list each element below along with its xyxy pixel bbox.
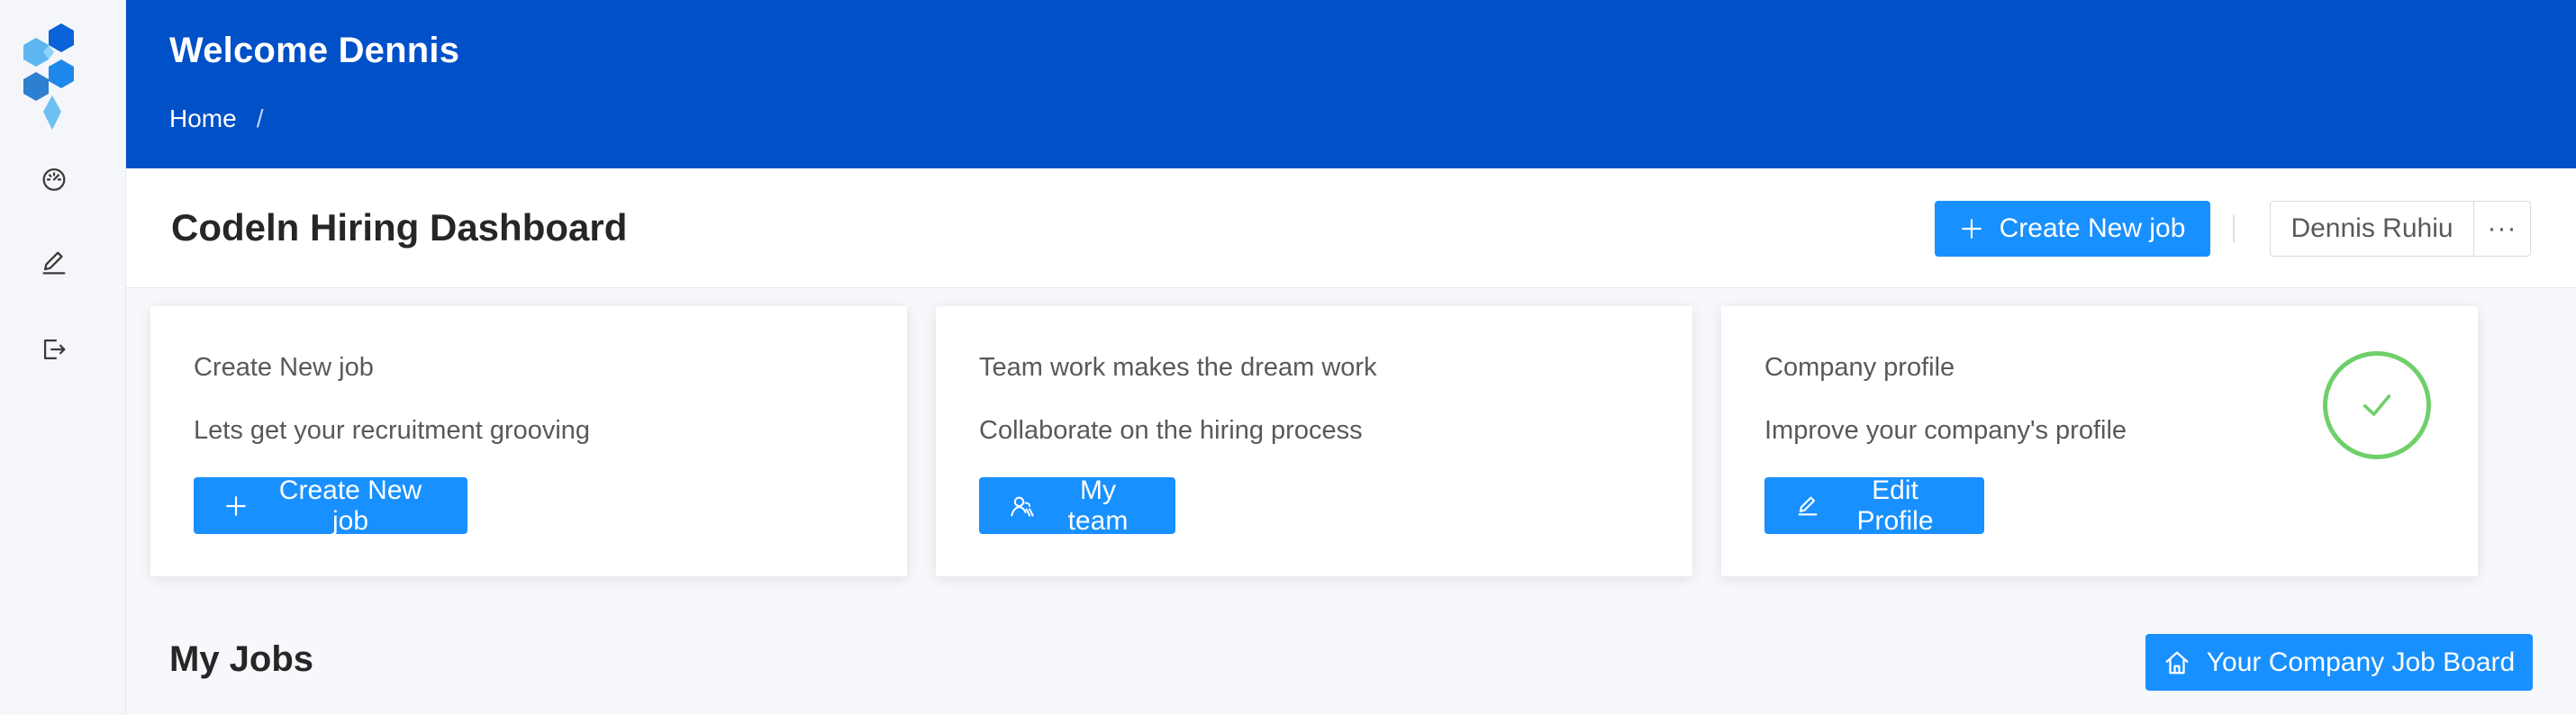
card-title: Company profile <box>1764 353 1955 382</box>
breadcrumb-home[interactable]: Home <box>169 104 237 133</box>
page-header: Welcome Dennis Home / <box>126 0 2576 168</box>
app-logo[interactable] <box>9 20 90 137</box>
page-title: Codeln Hiring Dashboard <box>171 206 628 249</box>
create-job-button[interactable]: Create New job <box>1935 201 2210 257</box>
card-button-label: Create New job <box>278 475 422 536</box>
team-card: Team work makes the dream work Collabora… <box>936 306 1692 576</box>
plus-icon <box>1961 219 1982 239</box>
card-description: Collaborate on the hiring process <box>979 416 1363 445</box>
edit-profile-button[interactable]: Edit Profile <box>1764 475 1984 536</box>
sidebar <box>0 0 126 715</box>
card-description: Lets get your recruitment grooving <box>194 416 591 445</box>
title-bar: Codeln Hiring Dashboard Create New job D… <box>126 168 2576 288</box>
card-create-job-button[interactable]: Create New job <box>194 475 467 536</box>
card-description: Improve your company's profile <box>1764 416 2127 445</box>
plus-icon <box>226 495 246 516</box>
profile-complete-check <box>2323 351 2431 459</box>
breadcrumb: Home / <box>169 104 263 133</box>
logout-icon <box>43 339 66 360</box>
create-job-button-label: Create New job <box>1999 213 2186 243</box>
card-button-label: My team <box>1067 475 1129 536</box>
divider <box>2233 215 2235 242</box>
job-board-button-label: Your Company Job Board <box>2206 647 2516 677</box>
welcome-heading: Welcome Dennis <box>169 31 460 70</box>
home-icon <box>2165 651 2189 674</box>
company-job-board-button[interactable]: Your Company Job Board <box>2145 634 2533 691</box>
sidebar-item-edit[interactable] <box>36 245 72 281</box>
card-title: Create New job <box>194 353 374 382</box>
user-button-group: Dennis Ruhiu ··· <box>2270 201 2531 257</box>
edit-icon <box>1798 496 1818 515</box>
dashboard-icon <box>42 167 66 191</box>
edit-icon <box>42 251 66 275</box>
more-options-button[interactable]: ··· <box>2474 202 2530 256</box>
checkmark-icon <box>2363 394 2391 416</box>
card-title: Team work makes the dream work <box>979 353 1377 382</box>
team-icon <box>1011 496 1034 516</box>
company-profile-card: Company profile Improve your company's p… <box>1721 306 2478 576</box>
sidebar-item-logout[interactable] <box>36 331 72 367</box>
my-team-button[interactable]: My team <box>979 475 1175 536</box>
sidebar-item-dashboard[interactable] <box>36 160 72 196</box>
user-menu-button[interactable]: Dennis Ruhiu <box>2271 202 2474 256</box>
card-button-label: Edit Profile <box>1856 475 1934 536</box>
my-jobs-heading: My Jobs <box>169 639 314 679</box>
create-job-card: Create New job Lets get your recruitment… <box>150 306 907 576</box>
breadcrumb-separator: / <box>256 104 264 132</box>
